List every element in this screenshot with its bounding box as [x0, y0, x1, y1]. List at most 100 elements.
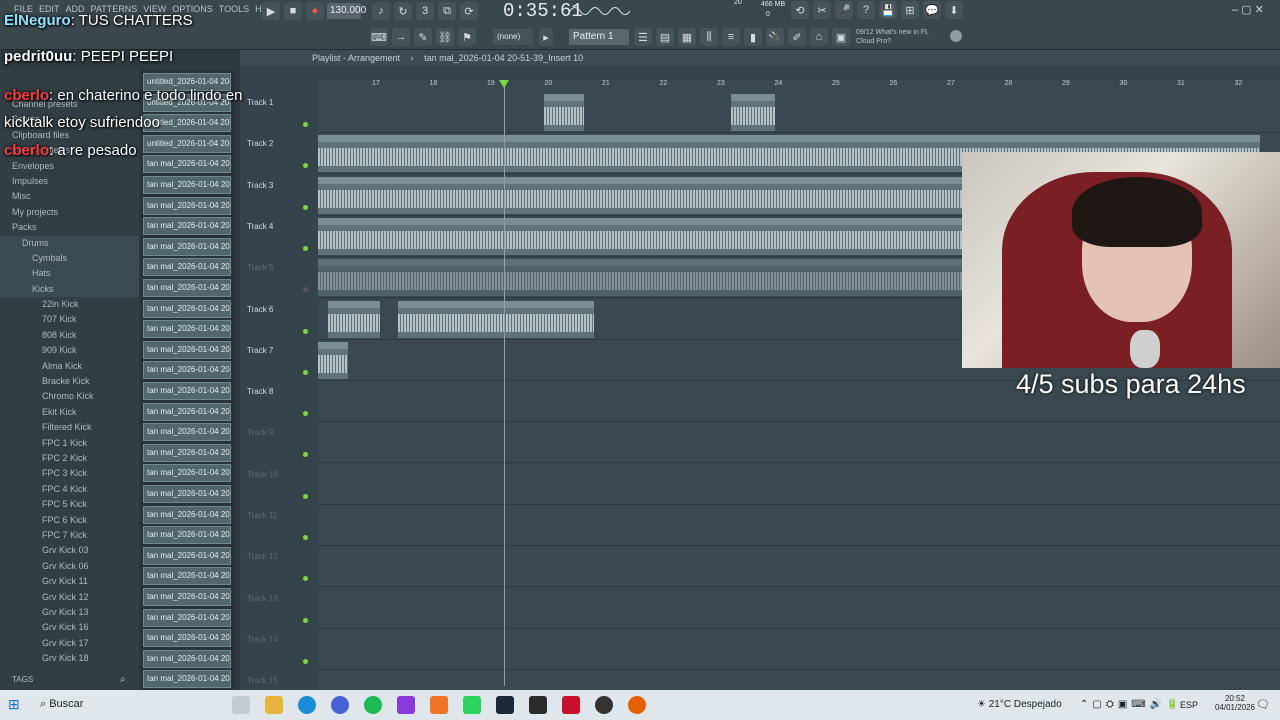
browser-item[interactable]: Kicks: [0, 281, 139, 298]
track-enable-led[interactable]: [303, 452, 308, 458]
track-name[interactable]: Track 15: [247, 676, 278, 685]
edge-icon[interactable]: [298, 696, 316, 714]
track-lane[interactable]: [318, 628, 1280, 670]
browser-item[interactable]: Misc: [0, 189, 139, 204]
track-lane[interactable]: [318, 422, 1280, 464]
browser-item[interactable]: Packs: [0, 220, 139, 235]
track-lane[interactable]: tan...rt 10 tan...rt 10: [318, 92, 1280, 133]
pattern-arrow-icon[interactable]: ▸: [539, 28, 553, 46]
browser-icon[interactable]: ≡: [722, 28, 740, 46]
picker-clip[interactable]: tan mal_2026-01-04 20-: [143, 299, 231, 318]
browser-item[interactable]: FPC 4 Kick: [0, 482, 139, 497]
track-enable-led[interactable]: [303, 535, 308, 540]
audio-clip[interactable]: tan m...rt 10: [328, 300, 380, 338]
track-enable-led[interactable]: [303, 328, 308, 334]
winrar-icon[interactable]: [562, 696, 580, 714]
browser-item[interactable]: Grv Kick 03: [0, 543, 139, 558]
picker-clip[interactable]: tan mal_2026-01-04 20-: [143, 567, 231, 586]
browser-item[interactable]: Filtered Kick: [0, 420, 139, 435]
broom-icon[interactable]: ⌂: [810, 28, 828, 46]
microphone-icon[interactable]: 🎤: [835, 1, 853, 19]
news-panel[interactable]: 09/12 What's new in FL Cloud Pro?: [856, 28, 948, 46]
track-enable-led[interactable]: [303, 411, 308, 417]
audio-clip[interactable]: tan...rt 10: [544, 94, 584, 131]
browser-item[interactable]: FPC 6 Kick: [0, 513, 139, 528]
blend-notes-icon[interactable]: ⧉: [438, 2, 456, 20]
kick-icon[interactable]: [463, 696, 481, 714]
browser-item[interactable]: Bracke Kick: [0, 374, 139, 389]
mixer-icon[interactable]: ⫼: [700, 28, 718, 46]
keyboard-icon[interactable]: ⌨: [370, 28, 388, 46]
audio-clip[interactable]: t...10: [318, 341, 348, 379]
playhead-marker[interactable]: [499, 80, 509, 88]
track-name[interactable]: Track 7: [247, 346, 273, 355]
picker-clip[interactable]: tan mal_2026-01-04 20-: [143, 608, 231, 627]
track-lane[interactable]: [318, 587, 1280, 629]
picker-clip[interactable]: tan mal_2026-01-04 20-: [143, 320, 231, 339]
track-enable-led[interactable]: [303, 245, 308, 251]
browser-item[interactable]: Impulses: [0, 174, 139, 189]
browser-item[interactable]: Drums: [0, 235, 139, 251]
picker-clip[interactable]: tan mal_2026-01-04 20-: [143, 443, 231, 462]
news-icon[interactable]: ▣: [832, 28, 850, 46]
browser-item[interactable]: FPC 1 Kick: [0, 436, 139, 451]
loop-record-icon[interactable]: ↻: [394, 2, 412, 20]
bookmark-icon[interactable]: ▮: [744, 28, 762, 46]
obs-icon[interactable]: [595, 696, 613, 714]
browser-item[interactable]: FPC 3 Kick: [0, 466, 139, 481]
firefox-icon[interactable]: [628, 696, 646, 714]
track-enable-led[interactable]: [303, 576, 308, 582]
picker-clip[interactable]: tan mal_2026-01-04 20-: [143, 629, 231, 648]
search-icon[interactable]: ⌕: [120, 674, 126, 685]
time-ruler[interactable]: 1718192021222324252627282930313233: [318, 80, 1280, 92]
browser-item[interactable]: FPC 7 Kick: [0, 528, 139, 543]
picker-clip[interactable]: tan mal_2026-01-04 20-: [143, 649, 231, 668]
track-name[interactable]: Track 9: [247, 428, 273, 437]
stamp-icon[interactable]: ⚑: [458, 28, 476, 46]
track-name[interactable]: Track 8: [247, 387, 273, 396]
epic-games-icon[interactable]: [529, 696, 547, 714]
plugin-icon[interactable]: ⊞: [901, 1, 919, 19]
picker-clip[interactable]: tan mal_2026-01-04 20-: [143, 546, 231, 565]
globe-icon[interactable]: [950, 30, 962, 42]
picker-clip[interactable]: tan mal_2026-01-04 20-: [143, 464, 231, 483]
brush2-icon[interactable]: ✐: [788, 28, 806, 46]
steam-icon[interactable]: [496, 696, 514, 714]
picker-clip[interactable]: tan mal_2026-01-04 20-: [143, 196, 231, 215]
track-lane[interactable]: [318, 505, 1280, 546]
link-icon[interactable]: ⛓: [436, 28, 454, 46]
brush-icon[interactable]: ✎: [414, 28, 432, 46]
track-enable-led[interactable]: [303, 163, 308, 169]
record-icon[interactable]: ●: [306, 2, 324, 20]
help-icon[interactable]: ?: [857, 1, 875, 19]
language-indicator[interactable]: ESP: [1180, 700, 1198, 710]
browser-item[interactable]: 909 Kick: [0, 343, 139, 358]
picker-clip[interactable]: tan mal_2026-01-04 20-: [143, 176, 231, 194]
channel-rack-icon[interactable]: ▦: [678, 28, 696, 46]
picker-clip[interactable]: tan mal_2026-01-04 20-: [143, 279, 231, 297]
taskbar-search[interactable]: ⌕ Buscar: [40, 698, 83, 711]
chrome-profile-icon[interactable]: [331, 696, 349, 714]
weather-widget[interactable]: ☀ 21°C Despejado: [977, 699, 1062, 710]
track-name[interactable]: Track 13: [247, 594, 278, 603]
picker-clip[interactable]: tan mal_2026-01-04 20-: [143, 505, 231, 524]
picker-clip[interactable]: tan mal_2026-01-04 20-: [143, 258, 231, 277]
metronome-icon[interactable]: ♪: [372, 2, 390, 20]
pattern-selector[interactable]: Pattern 1: [569, 29, 629, 45]
task-view-icon[interactable]: [232, 696, 250, 714]
track-enable-led[interactable]: [303, 204, 308, 210]
track-name[interactable]: Track 4: [247, 222, 273, 231]
browser-item[interactable]: Chromo Kick: [0, 389, 139, 404]
picker-clip[interactable]: tan mal_2026-01-04 20-: [143, 588, 231, 606]
browser-item[interactable]: Grv Kick 17: [0, 636, 139, 651]
track-lane[interactable]: [318, 463, 1280, 505]
browser-item[interactable]: Hats: [0, 266, 139, 282]
plug-icon[interactable]: 🔌: [766, 28, 784, 46]
track-enable-led[interactable]: [303, 493, 308, 499]
picker-clip[interactable]: tan mal_2026-01-04 20-: [143, 485, 231, 503]
track-enable-led[interactable]: [303, 369, 308, 375]
picker-clip[interactable]: tan mal_2026-01-04 20-: [143, 237, 231, 256]
browser-item[interactable]: Ekit Kick: [0, 405, 139, 420]
arrow-icon[interactable]: →: [392, 28, 410, 46]
file-explorer-icon[interactable]: [265, 696, 283, 714]
